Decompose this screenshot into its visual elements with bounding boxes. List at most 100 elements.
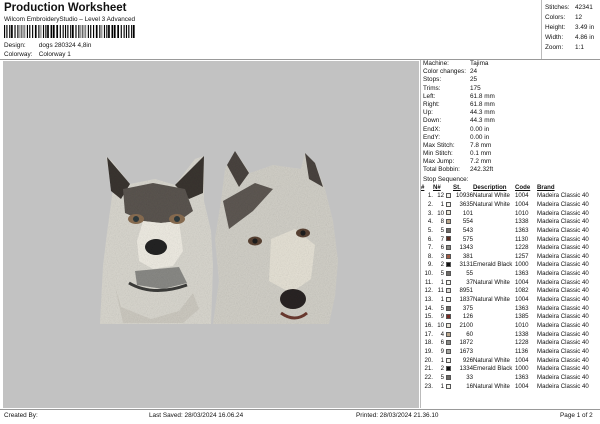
info-value: 25	[470, 76, 478, 84]
table-row: 21. 2 1334 Emerald Black 1000 Madeira Classic…	[421, 365, 600, 374]
row-stitches: 3131	[459, 261, 473, 269]
row-index: 4.	[427, 218, 433, 226]
row-stitches: 575	[462, 235, 473, 243]
stop-sequence-label: Stop Sequence:	[423, 175, 469, 183]
row-brand: Madeira Classic 40	[537, 313, 589, 321]
info-row: Total Bobbin: 242.32ft	[421, 166, 600, 174]
row-swatch	[444, 296, 453, 305]
husky-left	[100, 156, 213, 324]
stat-label: Colors:	[545, 14, 566, 21]
row-brand: Madeira Classic 40	[537, 287, 589, 295]
stat-value: 12	[575, 14, 583, 21]
footer-last-saved: Last Saved: 28/03/2024 16.06.24	[149, 412, 244, 419]
row-brand: Madeira Classic 40	[537, 365, 589, 373]
row-needle: 5	[440, 270, 444, 278]
row-description	[473, 322, 515, 331]
row-index: 8.	[427, 252, 433, 260]
row-description: Natural White	[473, 296, 510, 304]
info-row: Max Jump: 7.2 mm	[421, 158, 600, 166]
row-index: 6.	[427, 235, 433, 243]
stat-label: Width:	[545, 34, 564, 41]
design-preview	[3, 61, 419, 408]
row-description	[473, 244, 515, 253]
row-needle: 1	[440, 296, 444, 304]
info-label: Total Bobbin:	[423, 166, 460, 174]
row-brand: Madeira Classic 40	[537, 382, 589, 390]
row-index: 23.	[424, 382, 433, 390]
row-code: 1082	[515, 287, 529, 295]
info-value: 7.8 mm	[470, 141, 492, 149]
row-stitches: 381	[462, 252, 473, 260]
info-label: Down:	[423, 117, 442, 125]
row-stitches: 3635	[459, 200, 473, 208]
table-header-row: # N# St. Description Code Brand	[421, 184, 600, 193]
software-subtitle: Wilcom EmbroideryStudio – Level 3 Advanc…	[4, 16, 136, 23]
footer-printed: Printed: 28/03/2024 21.36.10	[356, 412, 439, 419]
info-label: Left:	[423, 92, 436, 100]
row-description	[473, 339, 515, 348]
top-stats: Stitches: 42341 Colors: 12 Height: 3.49 in …	[545, 3, 598, 53]
row-description	[473, 331, 515, 340]
info-row: Machine: Tajima	[421, 60, 600, 68]
row-code: 1004	[515, 382, 529, 390]
row-index: 18.	[424, 339, 433, 347]
row-index: 9.	[427, 261, 433, 269]
row-code: 1004	[515, 200, 529, 208]
row-description	[473, 305, 515, 314]
col-header-code: Code	[515, 184, 531, 192]
row-stitches: 10936	[456, 192, 473, 200]
color-swatch	[446, 366, 451, 372]
info-value: 44.3 mm	[470, 117, 495, 125]
color-swatch	[446, 210, 451, 216]
row-swatch	[444, 244, 453, 253]
row-brand: Madeira Classic 40	[537, 339, 589, 347]
table-row: 5. 5 543 1363 Madeira Classic 40	[421, 227, 600, 236]
stat-value: 3.49 in	[575, 24, 595, 31]
row-stitches: 8951	[459, 287, 473, 295]
info-row: EndY: 0.00 in	[421, 134, 600, 142]
row-code: 1363	[515, 226, 529, 234]
row-swatch	[444, 236, 453, 245]
row-code: 1338	[515, 330, 529, 338]
row-needle: 7	[440, 235, 444, 243]
row-brand: Madeira Classic 40	[537, 330, 589, 338]
row-needle: 9	[440, 348, 444, 356]
row-brand: Madeira Classic 40	[537, 278, 589, 286]
color-swatch	[446, 314, 451, 320]
row-swatch	[444, 383, 453, 392]
colorway-value: Colorway 1	[38, 51, 71, 58]
row-needle: 1	[440, 278, 444, 286]
row-description	[473, 253, 515, 262]
info-value: 0.00 in	[470, 133, 490, 141]
row-needle: 6	[440, 244, 444, 252]
row-code: 1004	[515, 356, 529, 364]
row-code: 1136	[515, 348, 529, 356]
row-index: 13.	[424, 296, 433, 304]
row-brand: Madeira Classic 40	[537, 261, 589, 269]
info-row: Stops: 25	[421, 76, 600, 84]
row-stitches: 1872	[459, 339, 473, 347]
row-code: 1010	[515, 322, 529, 330]
row-stitches: 101	[462, 209, 473, 217]
row-needle: 5	[440, 374, 444, 381]
row-swatch	[444, 357, 453, 366]
row-code: 1385	[515, 313, 529, 321]
row-needle: 5	[440, 226, 444, 234]
col-header-index: #	[421, 184, 425, 192]
stat-row: Stitches: 42341	[545, 3, 598, 13]
row-code: 1000	[515, 261, 529, 269]
row-brand: Madeira Classic 40	[537, 304, 589, 312]
info-row: Max Stitch: 7.8 mm	[421, 142, 600, 150]
table-row: 19. 9 1673 1136 Madeira Classic 40	[421, 348, 600, 357]
row-description	[473, 236, 515, 245]
row-swatch	[444, 374, 453, 383]
color-swatch	[446, 305, 451, 311]
row-swatch	[444, 313, 453, 322]
row-needle: 2	[440, 365, 444, 373]
row-needle: 2	[440, 261, 444, 269]
stat-value: 42341	[575, 4, 593, 11]
info-label: Trims:	[423, 84, 441, 92]
row-code: 1004	[515, 296, 529, 304]
row-description	[473, 348, 515, 357]
row-index: 3.	[427, 209, 433, 217]
